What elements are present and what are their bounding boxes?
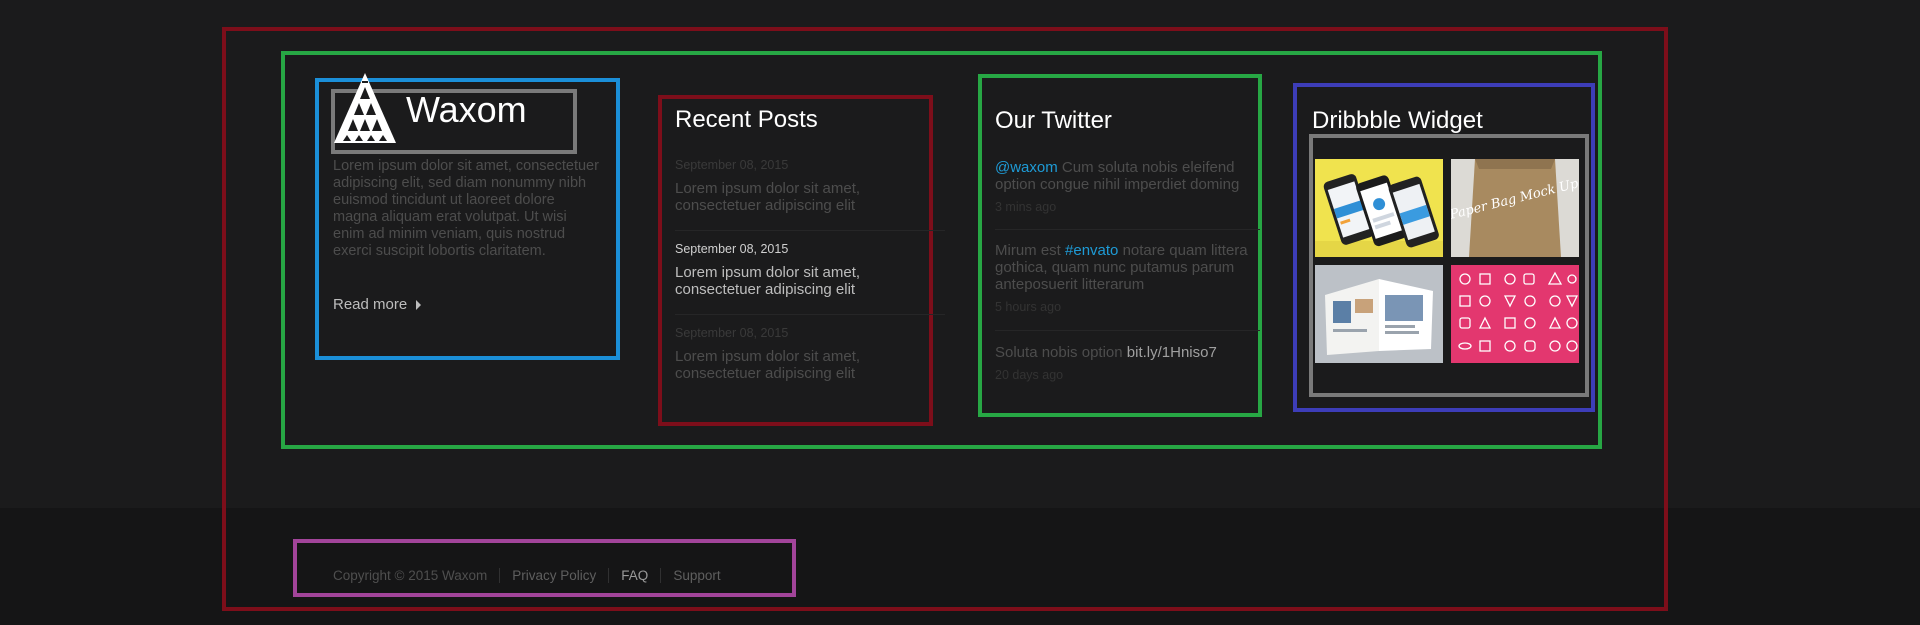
support-link[interactable]: Support <box>673 568 720 583</box>
footer-logo[interactable]: Waxom <box>334 73 527 143</box>
recent-post-item[interactable]: September 08, 2015 Lorem ipsum dolor sit… <box>675 158 945 214</box>
post-excerpt: Lorem ipsum dolor sit amet, consectetuer… <box>675 264 861 298</box>
tweet-item: Mirum est #envato notare quam littera go… <box>995 242 1260 317</box>
post-divider <box>675 230 945 231</box>
tweet-hashtag-link[interactable]: #envato <box>1065 242 1118 259</box>
copyright-text: Copyright © 2015 Waxom <box>333 568 488 583</box>
tweet-time: 3 mins ago <box>995 200 1057 214</box>
recent-post-item[interactable]: September 08, 2015 Lorem ipsum dolor sit… <box>675 242 945 298</box>
post-divider <box>675 314 945 315</box>
tweet-divider <box>995 330 1260 331</box>
footer-widgets-area <box>0 0 1920 508</box>
dribbble-title: Dribbble Widget <box>1312 107 1483 134</box>
dribbble-shot-icon-set[interactable] <box>1451 265 1579 363</box>
dribbble-shot-phones[interactable] <box>1315 159 1443 257</box>
copyright-bar: Copyright © 2015 Waxom Privacy Policy FA… <box>333 568 721 583</box>
tweet-time: 5 hours ago <box>995 300 1062 314</box>
post-date: September 08, 2015 <box>675 326 789 340</box>
post-date: September 08, 2015 <box>675 158 789 172</box>
tweet-mention-link[interactable]: @waxom <box>995 159 1058 176</box>
faq-link[interactable]: FAQ <box>621 568 648 583</box>
logo-text: Waxom <box>406 89 527 130</box>
tweet-url-link[interactable]: bit.ly/1Hniso7 <box>1127 344 1217 361</box>
tweet-divider <box>995 229 1260 230</box>
tweet-item: Soluta nobis option bit.ly/1Hniso7 20 da… <box>995 344 1260 392</box>
twitter-title: Our Twitter <box>995 107 1112 134</box>
recent-posts-title: Recent Posts <box>675 106 818 133</box>
footer-divider <box>499 568 501 583</box>
waxom-logo-icon <box>334 73 396 143</box>
about-description: Lorem ipsum dolor sit amet, consectetuer… <box>333 158 599 259</box>
read-more-label: Read more <box>333 296 408 313</box>
dribbble-shot-magazine[interactable] <box>1315 265 1443 363</box>
tweet-time: 20 days ago <box>995 368 1064 382</box>
privacy-policy-link[interactable]: Privacy Policy <box>512 568 596 583</box>
footer-divider <box>660 568 662 583</box>
post-excerpt: Lorem ipsum dolor sit amet, consectetuer… <box>675 180 861 214</box>
tweet-text: Soluta nobis option <box>995 344 1127 361</box>
footer-divider <box>608 568 610 583</box>
post-date: September 08, 2015 <box>675 242 789 256</box>
post-excerpt: Lorem ipsum dolor sit amet, consectetuer… <box>675 348 861 382</box>
caret-right-icon <box>416 299 422 310</box>
dribbble-shot-paper-bag[interactable]: Paper Bag Mock Up <box>1451 159 1579 257</box>
recent-post-item[interactable]: September 08, 2015 Lorem ipsum dolor sit… <box>675 326 945 382</box>
footer-bottom-bar <box>0 508 1920 625</box>
read-more-link[interactable]: Read more <box>333 296 422 313</box>
tweet-text: Mirum est <box>995 242 1066 259</box>
tweet-item: @waxom Cum soluta nobis eleifend option … <box>995 159 1260 217</box>
